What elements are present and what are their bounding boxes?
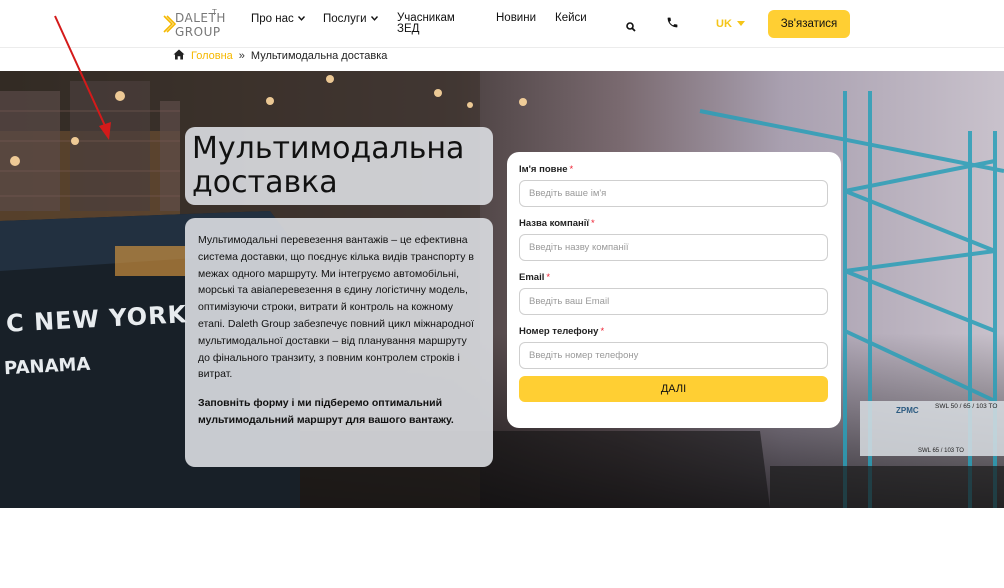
nav-item-services[interactable]: Послуги: [323, 13, 378, 25]
crane-swl-text: SWL 50 / 65 / 103 TO: [935, 403, 998, 410]
email-input[interactable]: [519, 288, 828, 315]
hero-title-card: Мультимодальна доставка: [185, 127, 493, 205]
home-icon[interactable]: [173, 49, 185, 63]
nav-item-services-label: Послуги: [323, 13, 367, 25]
language-label: UK: [716, 18, 732, 30]
site-header: DALETH GROUP T Про нас Послуги Учасникам…: [0, 0, 1004, 48]
page-title: Мультимодальна доставка: [192, 131, 465, 200]
full-name-label-text: Ім'я повне: [519, 164, 568, 175]
company-label: Назва компанії *: [519, 218, 829, 232]
hero-description-card: Мультимодальні перевезення вантажів – це…: [185, 218, 493, 467]
company-label-text: Назва компанії: [519, 218, 590, 229]
nav-item-about-label: Про нас: [251, 13, 294, 25]
hero-cta-text: Заповніть форму і ми підберемо оптимальн…: [198, 397, 454, 426]
search-icon[interactable]: [626, 19, 636, 37]
required-mark: *: [591, 218, 595, 229]
required-mark: *: [600, 326, 605, 337]
nav-item-participants[interactable]: Учасникам ЗЕД: [397, 12, 467, 35]
phone-input[interactable]: [519, 342, 828, 369]
logo-text-top: DALETH: [175, 11, 226, 25]
caret-down-icon: [736, 21, 745, 26]
nav-item-about[interactable]: Про нас: [251, 13, 305, 25]
chevron-down-icon: [370, 13, 378, 24]
contact-button[interactable]: Зв'язатися: [768, 10, 850, 38]
required-mark: *: [546, 272, 551, 283]
hero-background-image: [0, 71, 1004, 508]
request-form: Ім'я повне* Назва компанії* Email* Номер…: [507, 152, 841, 428]
submit-button[interactable]: ДАЛІ: [519, 376, 828, 402]
phone-label: Номер телефону *: [519, 326, 829, 340]
company-input[interactable]: [519, 234, 828, 261]
crane-brand-text: ZPMC: [896, 406, 919, 415]
breadcrumb-current: Мультимодальна доставка: [250, 50, 388, 62]
logo[interactable]: DALETH GROUP T: [163, 8, 226, 40]
hero-section: C NEW YORK PANAMA ZPMC SWL 50 / 65 / 103…: [0, 71, 1004, 508]
email-label-text: Email: [519, 272, 545, 283]
full-name-label: Ім'я повне *: [519, 164, 829, 178]
required-mark: *: [569, 164, 574, 175]
full-name-input[interactable]: [519, 180, 828, 207]
breadcrumb-separator: »: [238, 50, 245, 62]
nav-item-news[interactable]: Новини: [496, 12, 536, 24]
hero-description: Мультимодальні перевезення вантажів – це…: [198, 234, 474, 381]
phone-icon[interactable]: [666, 16, 679, 34]
ship-port-text: PANAMA: [3, 353, 91, 380]
phone-label-text: Номер телефону: [519, 326, 599, 337]
breadcrumb: Головна » Мультимодальна доставка: [173, 49, 387, 63]
logo-text-bottom: GROUP: [175, 25, 221, 39]
language-selector[interactable]: UK: [716, 18, 745, 30]
crane-swl-text-2: SWL 65 / 103 TO: [918, 448, 964, 454]
chevron-down-icon: [297, 13, 305, 24]
breadcrumb-home-link[interactable]: Головна: [191, 50, 233, 62]
email-label: Email *: [519, 272, 829, 286]
nav-item-cases[interactable]: Кейси: [555, 12, 587, 24]
logo-tm: T: [212, 8, 217, 17]
